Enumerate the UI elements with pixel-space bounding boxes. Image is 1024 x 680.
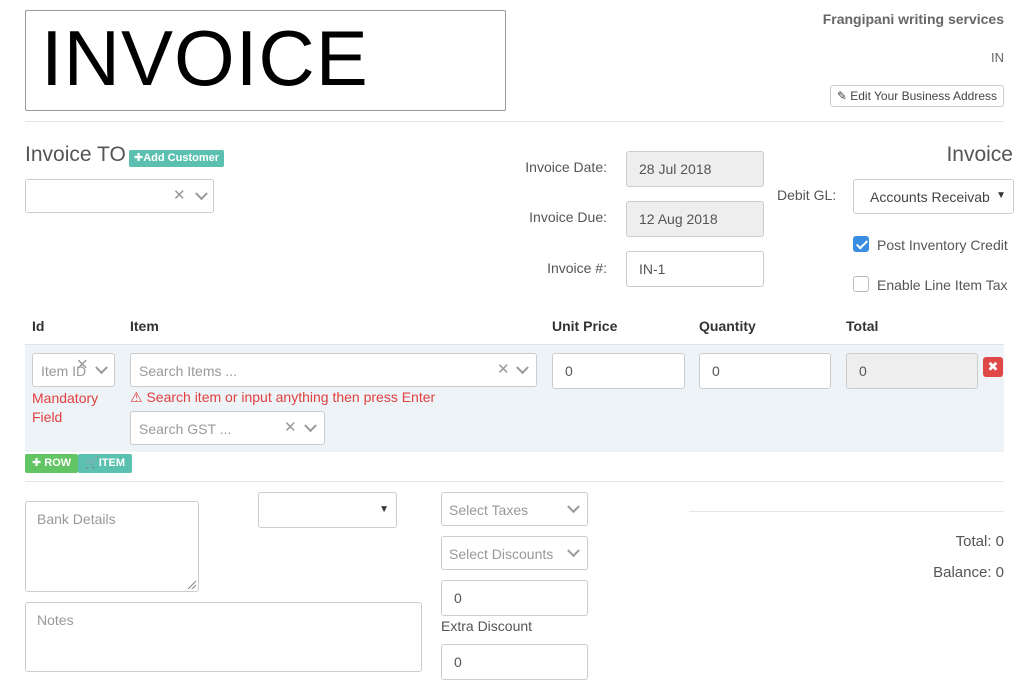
chevron-down-icon[interactable] <box>567 544 580 558</box>
item-hint-text: Search item or input anything then press… <box>146 389 436 405</box>
add-customer-label: Add Customer <box>143 152 219 164</box>
item-hint-message: ⚠ Search item or input anything then pre… <box>130 389 435 406</box>
discount-value: 0 <box>454 590 462 606</box>
add-item-button[interactable]: 🛒ITEM <box>78 454 132 473</box>
resize-handle[interactable] <box>188 581 196 589</box>
bank-details-textarea[interactable]: Bank Details <box>25 501 199 592</box>
invoice-number-field[interactable]: IN-1 <box>626 251 764 287</box>
add-customer-button[interactable]: ✚Add Customer <box>129 150 224 167</box>
gst-search-select[interactable]: Search GST ... ✕ <box>130 411 325 445</box>
debit-gl-select[interactable]: Accounts Receivab ▼ <box>853 179 1014 214</box>
business-country: IN <box>991 50 1004 65</box>
header-divider <box>25 121 1004 122</box>
select-taxes-placeholder: Select Taxes <box>449 502 529 518</box>
debit-gl-label: Debit GL: <box>777 187 837 203</box>
edit-business-address-label: Edit Your Business Address <box>850 89 997 103</box>
plus-icon: ✚ <box>32 457 42 469</box>
plus-icon: ✚ <box>134 152 144 164</box>
add-row-label: ROW <box>44 457 72 469</box>
col-header-unit-price: Unit Price <box>552 318 618 334</box>
bank-details-placeholder: Bank Details <box>37 511 116 527</box>
invoice-number-value: IN-1 <box>639 261 666 277</box>
clear-icon[interactable]: ✕ <box>173 186 186 204</box>
item-search-select[interactable]: Search Items ... ✕ <box>130 353 537 387</box>
enable-line-item-tax-label: Enable Line Item Tax <box>877 277 1008 293</box>
invoice-date-value: 28 Jul 2018 <box>639 161 712 177</box>
chevron-down-icon[interactable] <box>304 419 317 433</box>
add-item-label: ITEM <box>98 457 125 469</box>
unit-price-input[interactable]: 0 <box>552 353 685 389</box>
total-label: Total: 0 <box>955 533 1004 550</box>
line-total-field: 0 <box>846 353 978 389</box>
item-id-select[interactable]: Item ID ✕ <box>32 353 115 387</box>
warning-icon: ⚠ <box>130 389 143 405</box>
invoice-date-label: Invoice Date: <box>525 159 607 175</box>
enable-line-item-tax-checkbox[interactable] <box>853 276 869 292</box>
notes-textarea[interactable]: Notes <box>25 602 422 672</box>
invoice-due-field[interactable]: 12 Aug 2018 <box>626 201 764 237</box>
invoice-number-label: Invoice #: <box>547 260 607 276</box>
caret-down-icon: ▼ <box>996 190 1006 201</box>
invoice-settings-heading: Invoice <box>946 143 1013 166</box>
cart-icon: 🛒 <box>85 457 99 469</box>
extra-discount-value: 0 <box>454 654 462 670</box>
line-total-value: 0 <box>859 363 867 379</box>
col-header-quantity: Quantity <box>699 318 756 334</box>
gst-search-placeholder: Search GST ... <box>139 421 232 437</box>
notes-placeholder: Notes <box>37 612 74 628</box>
delete-row-button[interactable]: ✖ <box>983 357 1003 377</box>
chevron-down-icon[interactable] <box>95 361 108 375</box>
edit-icon: ✎ <box>836 89 847 103</box>
select-discounts-placeholder: Select Discounts <box>449 546 554 562</box>
edit-business-address-button[interactable]: ✎ Edit Your Business Address <box>829 85 1004 107</box>
mandatory-field-error: Mandatory Field <box>32 389 98 427</box>
debit-gl-value: Accounts Receivab <box>870 189 990 205</box>
mandatory-field-line1: Mandatory <box>32 390 99 406</box>
close-icon: ✖ <box>987 359 999 374</box>
footer-divider <box>25 481 1004 482</box>
post-inventory-credit-label: Post Inventory Credit <box>877 237 1008 253</box>
select-taxes[interactable]: Select Taxes <box>441 492 588 526</box>
clear-icon[interactable]: ✕ <box>76 356 89 374</box>
invoice-date-field[interactable]: 28 Jul 2018 <box>626 151 764 187</box>
caret-down-icon: ▼ <box>379 504 389 515</box>
balance-label: Balance: 0 <box>933 564 1004 581</box>
chevron-down-icon[interactable] <box>195 187 208 201</box>
chevron-down-icon[interactable] <box>516 361 529 375</box>
col-header-id: Id <box>32 318 45 334</box>
col-header-total: Total <box>846 318 879 334</box>
currency-select[interactable]: ▼ <box>258 492 397 528</box>
invoice-due-label: Invoice Due: <box>529 209 607 225</box>
discount-input[interactable]: 0 <box>441 580 588 616</box>
select-discounts[interactable]: Select Discounts <box>441 536 588 570</box>
invoice-logo-text: INVOICE <box>41 14 369 102</box>
invoice-due-value: 12 Aug 2018 <box>639 211 718 227</box>
unit-price-value: 0 <box>565 363 573 379</box>
quantity-input[interactable]: 0 <box>699 353 831 389</box>
col-header-item: Item <box>130 318 159 334</box>
chevron-down-icon[interactable] <box>567 500 580 514</box>
clear-icon[interactable]: ✕ <box>284 418 297 436</box>
invoice-to-heading: Invoice TO <box>25 143 126 166</box>
customer-select[interactable]: ✕ <box>25 179 214 213</box>
extra-discount-input[interactable]: 0 <box>441 644 588 680</box>
totals-divider <box>689 511 1004 512</box>
extra-discount-label: Extra Discount <box>441 618 533 634</box>
add-row-button[interactable]: ✚ ROW <box>25 454 79 473</box>
invoice-logo-box: INVOICE <box>25 10 506 111</box>
item-search-placeholder: Search Items ... <box>139 363 238 379</box>
clear-icon[interactable]: ✕ <box>497 360 510 378</box>
mandatory-field-line2: Field <box>32 409 63 425</box>
quantity-value: 0 <box>712 363 720 379</box>
post-inventory-credit-checkbox[interactable] <box>853 236 869 252</box>
business-name: Frangipani writing services <box>822 11 1004 27</box>
